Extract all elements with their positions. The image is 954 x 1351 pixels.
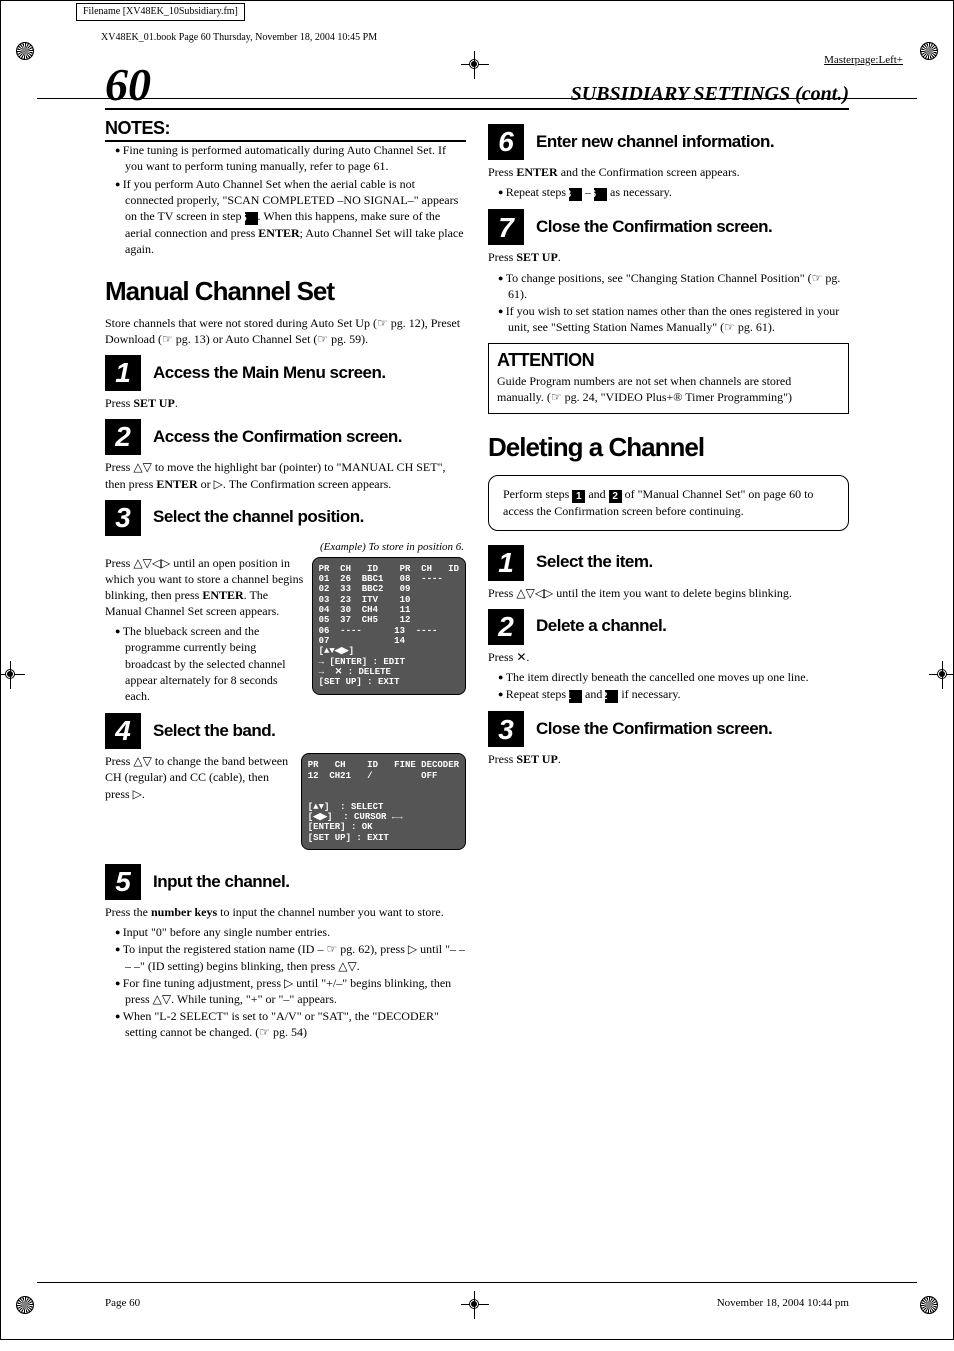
crop-mark-icon [11,37,39,65]
step-3: 3 Select the channel position. [105,500,466,536]
step-number-icon: 4 [105,713,141,749]
notes-heading: NOTES: [105,116,466,142]
step-number-icon: 1 [105,355,141,391]
step-number-icon: 3 [488,711,524,747]
step-7: 7 Close the Confirmation screen. [488,209,849,245]
step-number-icon: 2 [105,419,141,455]
bullet-item: Repeat steps 3 – 6 as necessary. [498,184,849,201]
step-number-icon: 5 [105,864,141,900]
step-number-icon: 6 [488,124,524,160]
step-title: Enter new channel information. [536,131,774,154]
bullet-item: Repeat steps 1 and 2 if necessary. [498,686,849,703]
note-item: Fine tuning is performed automatically d… [115,142,466,174]
procedure-title: Manual Channel Set [105,274,466,309]
procedure-title: Deleting a Channel [488,430,849,465]
step-body: Press . [488,649,849,665]
page: Filename [XV48EK_10Subsidiary.fm] XV48EK… [0,0,954,1340]
step-bullets: To change positions, see "Changing Stati… [488,270,849,336]
step-4: 4 Select the band. [105,713,466,749]
step-title: Input the channel. [153,871,289,894]
step-body: Press SET UP. [488,249,849,265]
step-5: 5 Input the channel. [105,864,466,900]
right-column: 6 Enter new channel information. Press E… [488,116,849,1041]
attention-heading: ATTENTION [497,348,840,372]
crop-mark-icon [0,661,25,689]
bullet-item: The item directly beneath the cancelled … [498,669,849,685]
step-body: Press SET UP. [105,395,466,411]
delete-step-2: 2 Delete a channel. [488,609,849,645]
bullet-item: Input "0" before any single number entri… [115,924,466,940]
step-bullets: Input "0" before any single number entri… [105,924,466,1040]
content-area: 60 SUBSIDIARY SETTINGS (cont.) NOTES: Fi… [1,62,953,1041]
step-title: Delete a channel. [536,615,666,638]
crop-mark-icon [929,661,954,689]
step-bullets: Repeat steps 3 – 6 as necessary. [488,184,849,201]
section-title: SUBSIDIARY SETTINGS (cont.) [571,81,849,108]
bullet-item: To input the registered station name (ID… [115,941,466,973]
bullet-item: To change positions, see "Changing Stati… [498,270,849,302]
notes-list: Fine tuning is performed automatically d… [105,142,466,257]
step-number-icon: 2 [488,609,524,645]
left-column: NOTES: Fine tuning is performed automati… [105,116,466,1041]
step-body: Press the number keys to input the chann… [105,904,466,920]
step-title: Access the Confirmation screen. [153,426,402,449]
step-ref-icon: 6 [594,188,607,201]
crop-mark-icon [461,51,489,79]
step-body: Press SET UP. [488,751,849,767]
step-bullets: The item directly beneath the cancelled … [488,669,849,703]
step-ref-icon: 1 [569,690,582,703]
perform-steps-box: Perform steps 1 and 2 of "Manual Channel… [488,475,849,530]
osd-screenshot: PR CH ID FINE DECODER 12 CH21 / OFF [▲▼]… [301,753,466,850]
step-ref-icon: 5 [245,212,258,225]
step-ref-icon: 1 [572,490,585,503]
divider [37,1282,917,1283]
page-footer: Page 60 November 18, 2004 10:44 pm [1,1296,953,1311]
step-ref-icon: 2 [605,690,618,703]
step-title: Select the band. [153,720,275,743]
step-body: Press until the item you want to delete … [488,585,849,601]
step-title: Close the Confirmation screen. [536,718,772,741]
step-number-icon: 1 [488,545,524,581]
divider [37,98,917,99]
osd-caption: (Example) To store in position 6. [105,540,464,555]
delete-step-3: 3 Close the Confirmation screen. [488,711,849,747]
book-meta: XV48EK_01.book Page 60 Thursday, Novembe… [1,31,953,45]
intro-text: Store channels that were not stored duri… [105,315,466,347]
note-item: If you perform Auto Channel Set when the… [115,176,466,258]
step-1: 1 Access the Main Menu screen. [105,355,466,391]
step-number-icon: 7 [488,209,524,245]
filename-label: Filename [XV48EK_10Subsidiary.fm] [76,3,245,21]
step-title: Select the item. [536,551,653,574]
page-number: 60 [105,62,151,108]
attention-body: Guide Program numbers are not set when c… [497,373,840,405]
step-ref-icon: 2 [609,490,622,503]
step-2: 2 Access the Confirmation screen. [105,419,466,455]
step-ref-icon: 3 [569,188,582,201]
step-6: 6 Enter new channel information. [488,124,849,160]
bullet-item: If you wish to set station names other t… [498,303,849,335]
bullet-item: For fine tuning adjustment, press until … [115,975,466,1007]
crop-mark-icon [915,37,943,65]
step-number-icon: 3 [105,500,141,536]
footer-date: November 18, 2004 10:44 pm [717,1296,849,1311]
step-body: Press to move the highlight bar (pointer… [105,459,466,491]
footer-page: Page 60 [105,1296,140,1311]
step-title: Select the channel position. [153,506,364,529]
step-title: Close the Confirmation screen. [536,216,772,239]
osd-screenshot: PR CH ID PR CH ID 01 26 BBC1 08 ---- 02 … [312,557,466,695]
perform-text: Perform steps 1 and 2 of "Manual Channel… [503,487,813,518]
delete-step-1: 1 Select the item. [488,545,849,581]
masterpage-label: Masterpage:Left+ [824,53,903,68]
attention-box: ATTENTION Guide Program numbers are not … [488,343,849,414]
step-body: Press ENTER and the Confirmation screen … [488,164,849,180]
bullet-item: When "L-2 SELECT" is set to "A/V" or "SA… [115,1008,466,1040]
step-title: Access the Main Menu screen. [153,362,386,385]
